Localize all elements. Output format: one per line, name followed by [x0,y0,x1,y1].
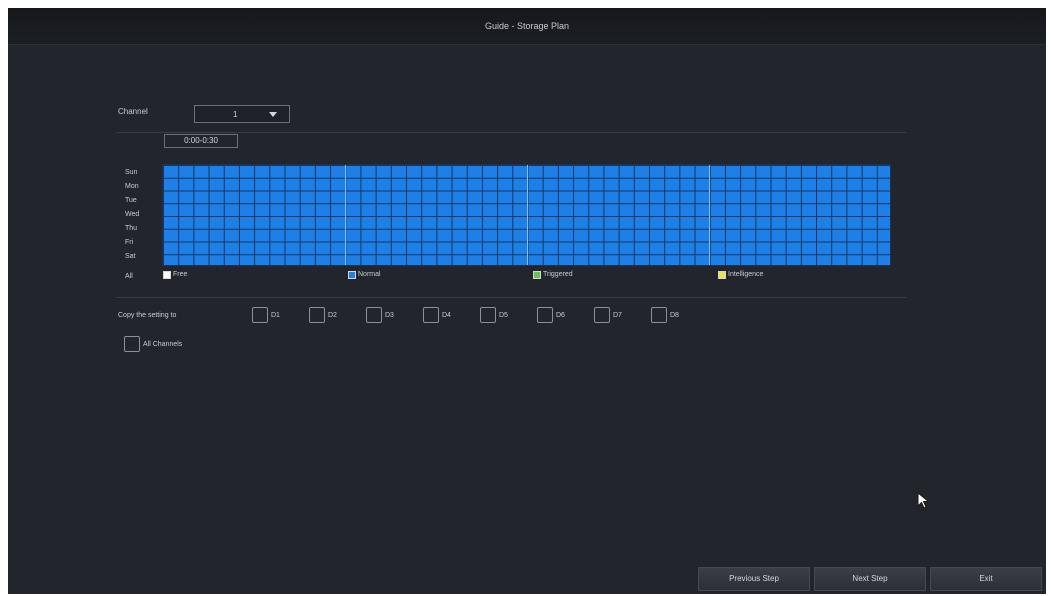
legend-label: Free [173,271,188,278]
checkbox-d8-label: D8 [670,312,679,319]
legend-swatch [348,271,356,279]
day-label-wed: Wed [125,211,140,218]
time-range-display: 0:00-0:30 [164,134,238,148]
checkbox-d6-label: D6 [556,312,565,319]
divider [116,132,906,133]
copy-setting-label: Copy the setting to [118,312,177,319]
exit-button[interactable]: Exit [930,567,1042,591]
legend-label: Normal [358,271,381,278]
day-label-fri: Fri [125,239,134,246]
checkbox-d8[interactable] [651,307,667,323]
checkbox-all-channels-label: All Channels [143,341,183,348]
checkbox-d2-label: D2 [328,312,337,319]
day-label-thu: Thu [125,225,138,232]
triangle-down-icon [269,112,277,117]
grid-divider [709,165,710,265]
day-label-mon: Mon [125,183,139,190]
channel-label: Channel [118,107,148,116]
previous-step-button[interactable]: Previous Step [698,567,810,591]
mouse-pointer-icon [917,492,930,509]
next-step-button[interactable]: Next Step [814,567,926,591]
divider [116,297,906,298]
checkbox-d4-label: D4 [442,312,451,319]
checkbox-d1[interactable] [252,307,268,323]
day-label-tue: Tue [125,197,137,204]
legend-label: Intelligence [728,271,764,278]
checkbox-d3-label: D3 [385,312,394,319]
legend-swatch [533,271,541,279]
legend-label: Triggered [543,271,573,278]
schedule-grid[interactable] [162,164,891,266]
legend-swatch [163,271,171,279]
checkbox-d4[interactable] [423,307,439,323]
checkbox-d5[interactable] [480,307,496,323]
grid-divider [345,165,346,265]
storage-plan-window: Guide - Storage Plan Channel 1 0:00-0:30… [8,8,1046,594]
checkbox-d2[interactable] [309,307,325,323]
channel-select[interactable]: 1 [194,105,290,123]
title-bar: Guide - Storage Plan [8,8,1046,45]
day-label-sun: Sun [125,169,138,176]
checkbox-d7[interactable] [594,307,610,323]
checkbox-d7-label: D7 [613,312,622,319]
checkbox-d1-label: D1 [271,312,280,319]
checkbox-d5-label: D5 [499,312,508,319]
checkbox-all-channels[interactable] [124,336,140,352]
channel-select-value: 1 [233,110,238,119]
legend-swatch [718,271,726,279]
all-days-label[interactable]: All [125,273,133,280]
checkbox-d6[interactable] [537,307,553,323]
grid-divider [527,165,528,265]
checkbox-d3[interactable] [366,307,382,323]
window-title: Guide - Storage Plan [484,21,570,31]
day-label-sat: Sat [125,253,136,260]
